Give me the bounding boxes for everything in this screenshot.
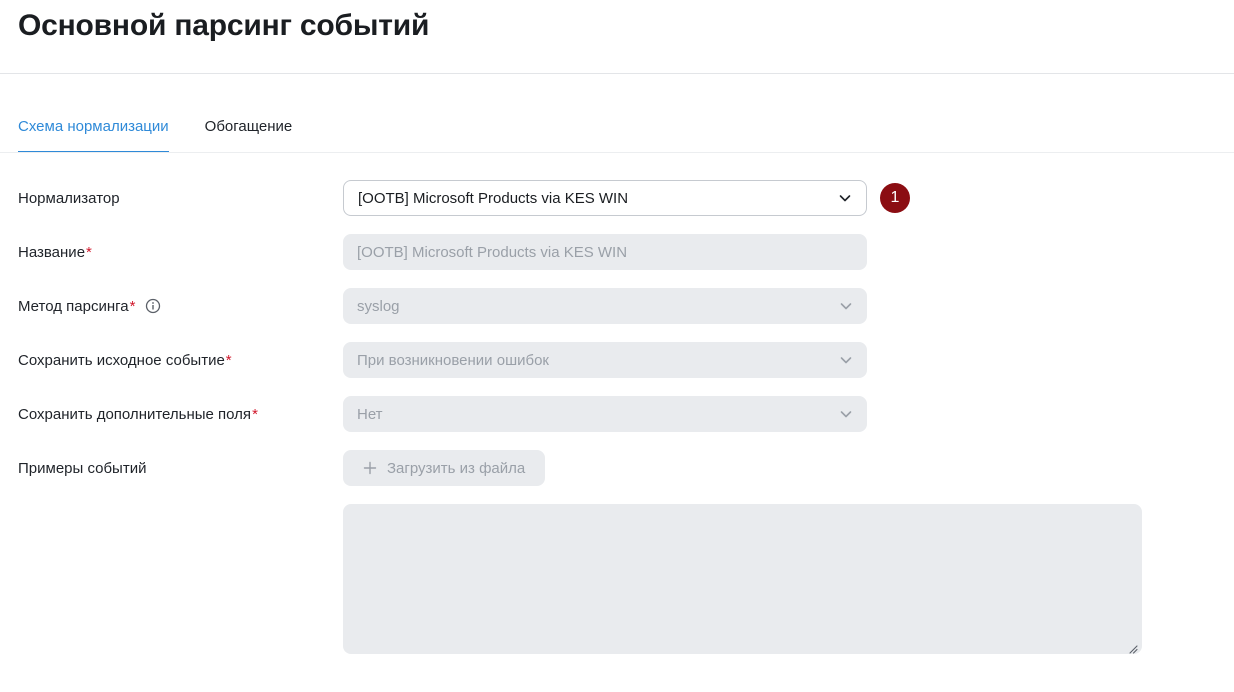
parse-method-label: Метод парсинга *: [18, 288, 161, 324]
header-divider: [0, 73, 1234, 74]
required-mark: *: [129, 297, 136, 315]
name-input[interactable]: [OOTB] Microsoft Products via KES WIN: [343, 234, 867, 270]
name-label-text: Название: [18, 243, 86, 261]
chevron-down-icon: [839, 407, 853, 421]
required-mark: *: [86, 243, 92, 261]
name-input-value: [OOTB] Microsoft Products via KES WIN: [357, 243, 628, 261]
normalizer-label-text: Нормализатор: [18, 189, 120, 207]
tab-enrichment[interactable]: Обогащение: [205, 100, 293, 153]
samples-textarea[interactable]: [343, 504, 1142, 654]
save-original-select[interactable]: При возникновении ошибок: [343, 342, 867, 378]
save-original-label-text: Сохранить исходное событие: [18, 351, 225, 369]
required-mark: *: [252, 405, 258, 423]
parse-method-label-text: Метод парсинга: [18, 297, 129, 315]
resize-handle-icon[interactable]: [1128, 641, 1138, 654]
upload-from-file-button[interactable]: Загрузить из файла: [343, 450, 545, 486]
tabs-divider: [0, 152, 1234, 153]
chevron-down-icon: [839, 299, 853, 313]
save-extra-select-value: Нет: [357, 405, 383, 423]
save-original-select-value: При возникновении ошибок: [357, 351, 549, 369]
normalizer-select[interactable]: [OOTB] Microsoft Products via KES WIN: [343, 180, 867, 216]
parse-method-select-value: syslog: [357, 297, 400, 315]
tab-bar: Схема нормализации Обогащение: [18, 100, 328, 153]
normalizer-select-value: [OOTB] Microsoft Products via KES WIN: [358, 189, 629, 207]
normalizer-label: Нормализатор: [18, 180, 120, 216]
page-title: Основной парсинг событий: [18, 9, 430, 42]
upload-button-label: Загрузить из файла: [387, 459, 526, 477]
info-icon[interactable]: [145, 298, 161, 314]
name-label: Название *: [18, 234, 92, 270]
save-extra-select[interactable]: Нет: [343, 396, 867, 432]
step-badge: 1: [880, 183, 910, 213]
save-original-label: Сохранить исходное событие *: [18, 342, 232, 378]
samples-label: Примеры событий: [18, 450, 146, 486]
plus-icon: [363, 461, 377, 475]
required-mark: *: [225, 351, 232, 369]
parse-method-select[interactable]: syslog: [343, 288, 867, 324]
tab-normalization-schema[interactable]: Схема нормализации: [18, 100, 169, 153]
chevron-down-icon: [838, 191, 852, 205]
save-extra-label-text: Сохранить дополнительные поля: [18, 405, 252, 423]
save-extra-label: Сохранить дополнительные поля *: [18, 396, 258, 432]
chevron-down-icon: [839, 353, 853, 367]
samples-label-text: Примеры событий: [18, 459, 147, 477]
